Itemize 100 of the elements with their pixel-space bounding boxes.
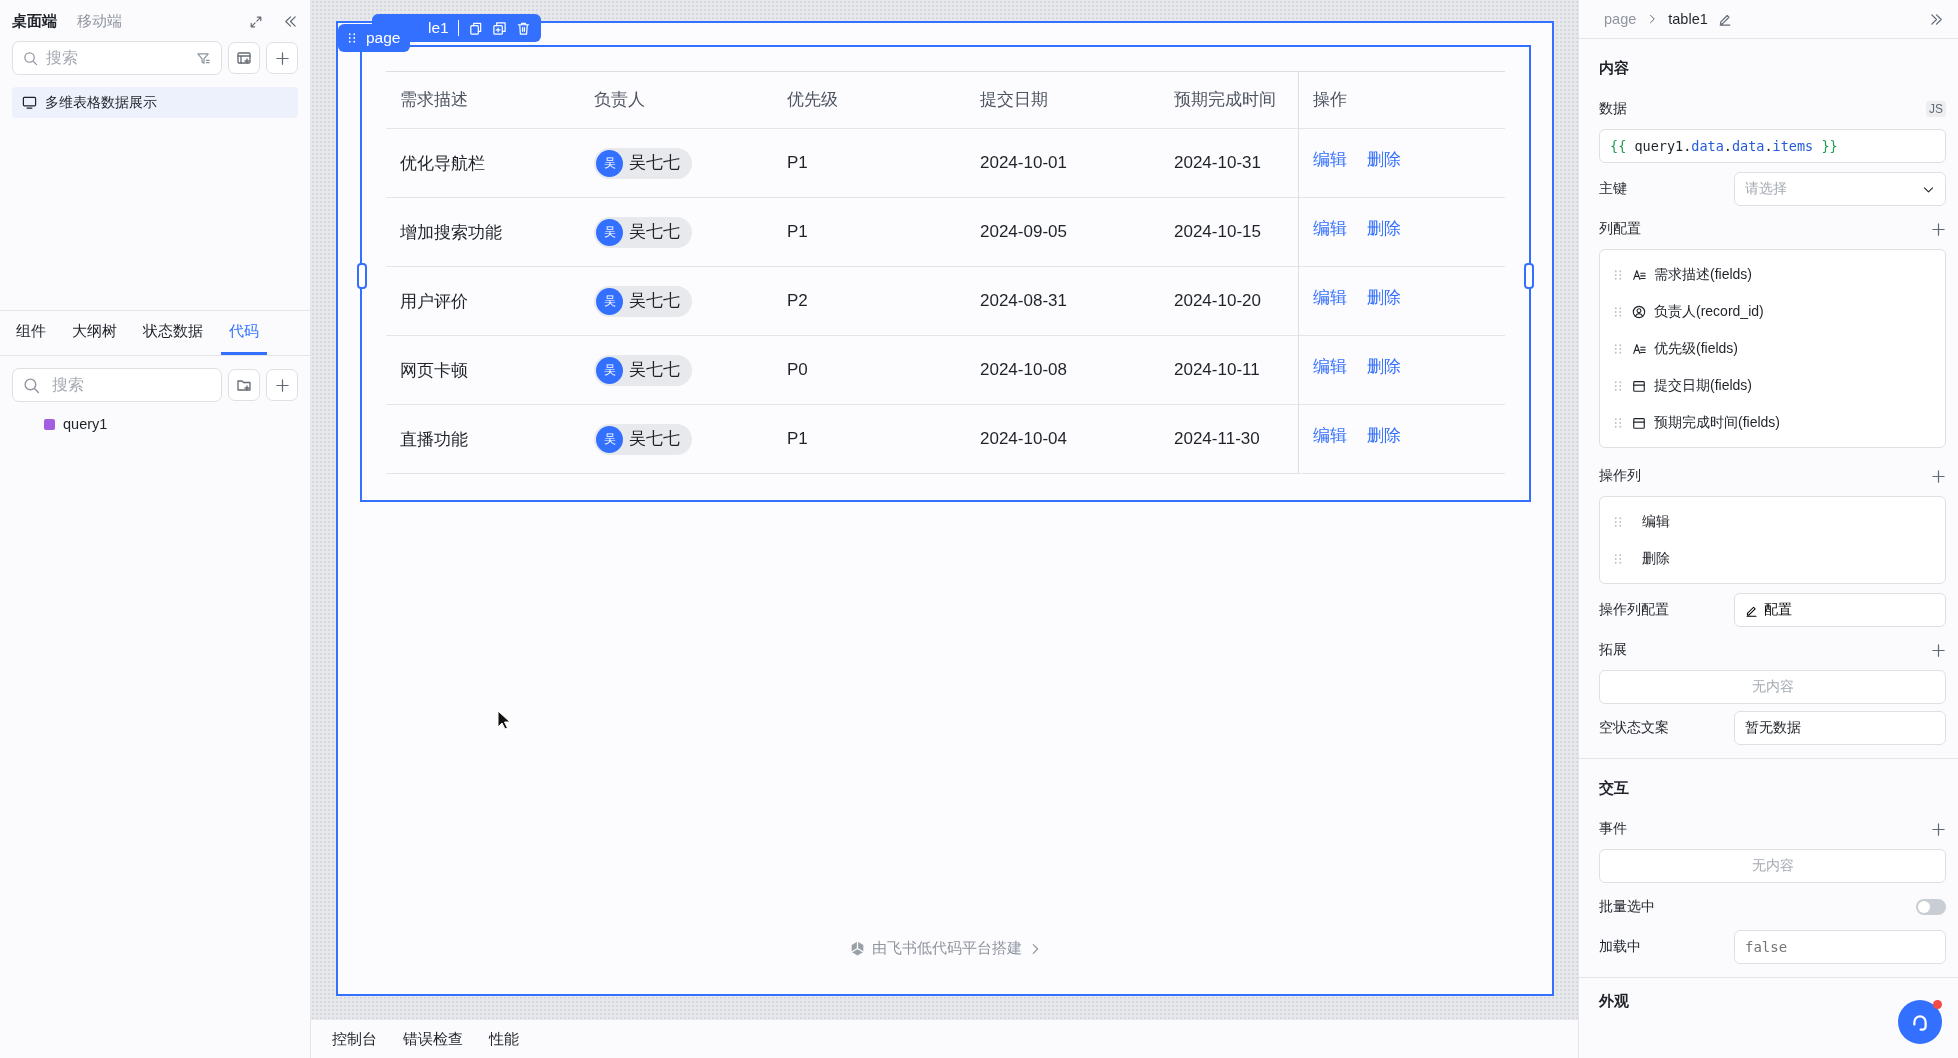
table-cell: 优化导航栏 [386,129,580,198]
column-item[interactable]: 需求描述(fields) [1600,256,1945,293]
console-tab[interactable]: 性能 [489,1029,519,1049]
page-item[interactable]: 多维表格数据展示 [12,87,298,118]
field-label: 批量选中 [1599,898,1656,916]
platform-tab[interactable]: 移动端 [77,12,122,31]
resize-handle[interactable] [357,262,367,289]
console-tab[interactable]: 错误检查 [403,1029,463,1049]
plus-icon [274,50,290,66]
action-link[interactable]: 编辑 [1313,218,1347,240]
table-cell: 2024-10-08 [966,336,1160,405]
action-item[interactable]: 编辑 [1600,503,1945,540]
user-circle-icon [1632,304,1646,319]
collapse-right-icon [1929,11,1944,27]
table-cell: 2024-10-11 [1160,336,1298,405]
user-avatar: 吴 [596,149,623,177]
drag-handle-icon [1612,552,1624,565]
plus-icon [1931,221,1946,237]
console-tab[interactable]: 控制台 [332,1029,377,1049]
duplicate-icon [491,20,507,36]
folder-add-icon [236,377,252,393]
table-cell: 2024-09-05 [966,198,1160,267]
panel-tab[interactable]: 状态数据 [135,311,211,355]
action-item[interactable]: 删除 [1600,540,1945,577]
add-page-button[interactable] [228,42,260,74]
table-cell: 2024-10-04 [966,405,1160,474]
window-add-icon [236,50,252,66]
add-button[interactable] [266,369,298,401]
search-icon [23,376,40,394]
collapse-left-icon [283,14,298,29]
component-label: le1 [428,19,449,37]
column-header: 提交日期 [966,72,1160,129]
drag-handle-icon [1612,268,1624,281]
help-button[interactable] [1898,1000,1942,1044]
add-button[interactable] [266,42,298,74]
user-tag: 吴 吴七七 [594,216,692,248]
data-expression-field[interactable]: {{ query1.data.data.items }} [1599,129,1946,163]
action-link[interactable]: 删除 [1367,425,1401,447]
action-link[interactable]: 编辑 [1313,287,1347,309]
panel-tab[interactable]: 代码 [221,311,267,355]
action-link[interactable]: 删除 [1367,287,1401,309]
column-item[interactable]: 负责人(record_id) [1600,293,1945,330]
table-cell: P1 [773,405,966,474]
panel-tab[interactable]: 大纲树 [64,311,125,355]
section-title: 外观 [1599,991,1629,1011]
user-tag: 吴 吴七七 [594,354,692,386]
field-label: 拓展 [1599,641,1628,659]
breadcrumb-current: table1 [1668,11,1708,27]
action-link[interactable]: 编辑 [1313,149,1347,171]
column-item[interactable]: 优先级(fields) [1600,330,1945,367]
drag-handle-icon [1612,305,1624,318]
search-icon [23,50,38,66]
field-label: 数据 [1599,100,1628,118]
action-link[interactable]: 删除 [1367,218,1401,240]
column-header: 操作 [1298,72,1505,129]
delete-icon [515,20,531,36]
batch-select-toggle[interactable] [1916,899,1946,915]
mouse-cursor-icon [497,710,511,730]
page-tag[interactable]: page [338,24,411,52]
add-folder-button[interactable] [228,369,260,401]
column-header: 负责人 [580,72,773,129]
table-cell: P0 [773,336,966,405]
plus-icon [1931,821,1946,837]
edit-icon [1717,12,1732,26]
action-link[interactable]: 编辑 [1313,425,1347,447]
empty-text-field[interactable]: 暂无数据 [1734,711,1946,745]
js-badge[interactable]: JS [1926,101,1946,117]
field-label: 主键 [1599,180,1628,198]
plus-icon [274,377,290,393]
field-label: 事件 [1599,820,1628,838]
panel-tab[interactable]: 组件 [8,311,54,355]
action-link[interactable]: 删除 [1367,149,1401,171]
column-header: 优先级 [773,72,966,129]
user-tag: 吴 吴七七 [594,423,692,455]
column-item[interactable]: 提交日期(fields) [1600,367,1945,404]
loading-field[interactable]: false [1734,930,1946,964]
expand-icon [249,14,263,29]
text-type-icon [1632,267,1646,282]
field-label: 操作列 [1599,467,1642,485]
table-cell: P2 [773,267,966,336]
field-label: 操作列配置 [1599,601,1670,619]
action-link[interactable]: 删除 [1367,356,1401,378]
drag-handle-icon [346,32,358,44]
column-item[interactable]: 预期完成时间(fields) [1600,404,1945,441]
breadcrumb-link[interactable]: page [1604,11,1637,27]
calendar-icon [1632,378,1646,393]
plus-icon [1931,468,1946,484]
section-title: 交互 [1599,778,1629,798]
configure-button[interactable]: 配置 [1734,593,1946,627]
table-cell: 2024-08-31 [966,267,1160,336]
resize-handle[interactable] [1524,262,1534,289]
table-cell: P1 [773,198,966,267]
action-link[interactable]: 编辑 [1313,356,1347,378]
table-cell: 直播功能 [386,405,580,474]
platform-tab[interactable]: 桌面端 [12,12,57,31]
query-item[interactable]: query1 [0,402,310,432]
footer-text[interactable]: 由飞书低代码平台搭建 [872,939,1022,958]
platform-logo-icon [849,940,866,957]
drag-handle-icon [1612,379,1624,392]
drag-handle-icon [1612,515,1624,528]
